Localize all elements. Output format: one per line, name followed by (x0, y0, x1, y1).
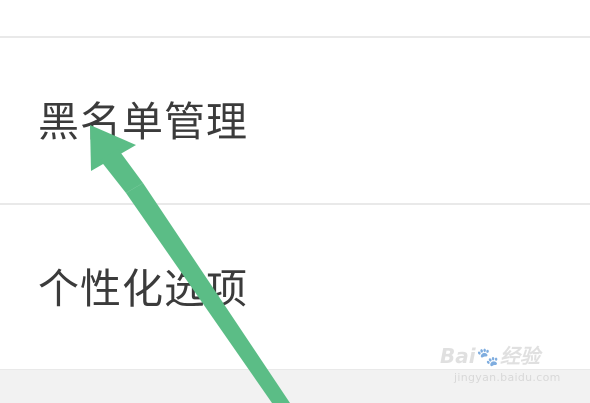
watermark-url: jingyan.baidu.com (454, 371, 561, 384)
paw-icon: 🐾 (476, 347, 500, 368)
settings-screen: 黑名单管理 个性化选项 Bai🐾经验 jingyan.baidu.com (0, 0, 590, 403)
menu-item-label: 黑名单管理 (38, 98, 248, 146)
menu-item-label: 个性化选项 (38, 265, 248, 313)
menu-item-blacklist[interactable]: 黑名单管理 (0, 38, 590, 203)
watermark: Bai🐾经验 jingyan.baidu.com (440, 338, 580, 394)
watermark-logo: Bai🐾经验 (440, 344, 541, 368)
previous-menu-item[interactable] (0, 0, 590, 36)
